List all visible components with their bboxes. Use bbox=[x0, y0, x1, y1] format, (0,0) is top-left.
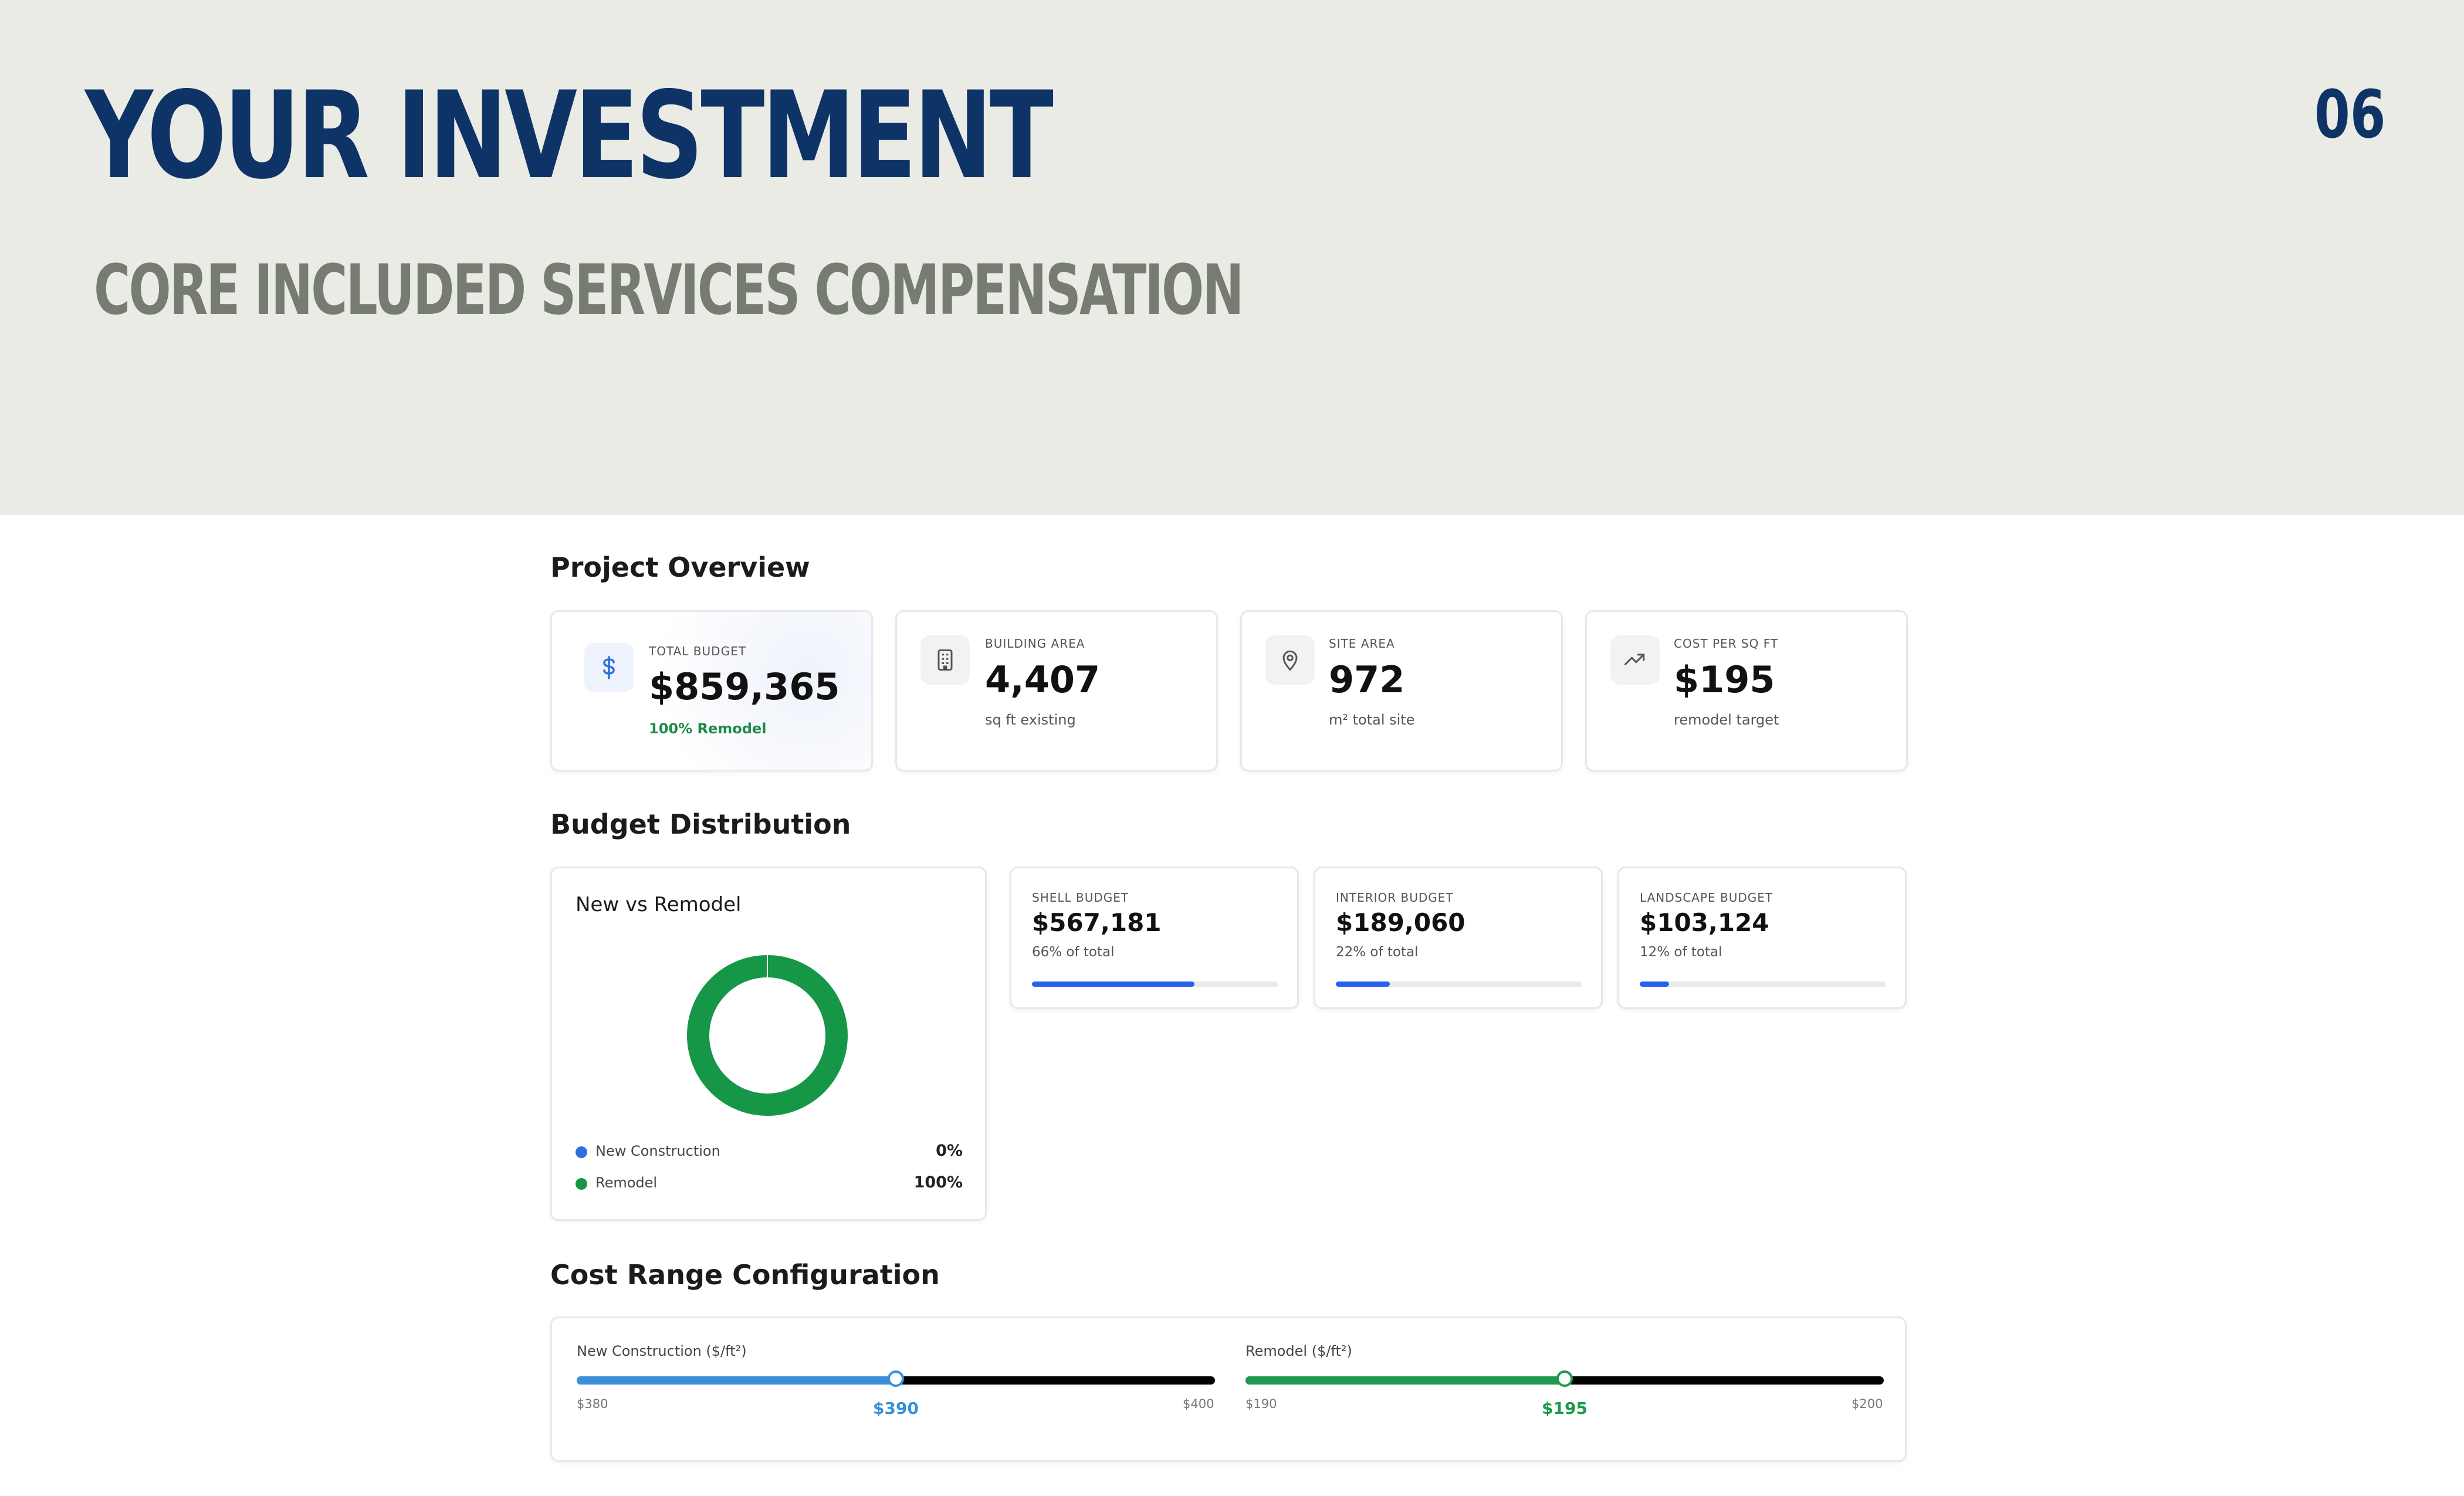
budget-progress-fill bbox=[1032, 981, 1195, 987]
stat-value: $859,365 bbox=[649, 665, 840, 708]
budget-value: $567,181 bbox=[1032, 908, 1162, 937]
legend-value: 0% bbox=[936, 1142, 963, 1160]
slider-thumb[interactable] bbox=[1556, 1370, 1573, 1387]
page-number: 06 bbox=[2314, 77, 2386, 153]
cost-range-heading: Cost Range Configuration bbox=[550, 1259, 940, 1291]
donut-segment-remodel bbox=[687, 955, 848, 1116]
map-pin-icon bbox=[1265, 635, 1315, 685]
cost-range-card: New Construction ($/ft²) $380 $400 $390 … bbox=[550, 1316, 1907, 1462]
slider-min: $380 bbox=[577, 1397, 608, 1411]
stat-label: TOTAL BUDGET bbox=[649, 644, 746, 658]
stat-sub: 100% Remodel bbox=[649, 720, 767, 737]
budget-percent: 22% of total bbox=[1336, 945, 1419, 960]
slider-new-construction[interactable] bbox=[577, 1370, 1215, 1387]
shell-budget-card: SHELL BUDGET $567,181 66% of total bbox=[1010, 867, 1299, 1009]
page-subtitle: CORE INCLUDED SERVICES COMPENSATION bbox=[94, 249, 1244, 330]
interior-budget-card: INTERIOR BUDGET $189,060 22% of total bbox=[1314, 867, 1603, 1009]
slider-remodel[interactable] bbox=[1245, 1370, 1884, 1387]
budget-progress-track bbox=[1336, 981, 1582, 987]
slider-min: $190 bbox=[1245, 1397, 1277, 1411]
stat-card-site-area: SITE AREA 972 m² total site bbox=[1240, 610, 1563, 771]
dollar-icon bbox=[584, 643, 634, 692]
slider-current-value: $195 bbox=[1542, 1399, 1588, 1418]
stat-value: 972 bbox=[1329, 658, 1405, 701]
slider-thumb[interactable] bbox=[888, 1370, 904, 1387]
header-band: YOUR INVESTMENT CORE INCLUDED SERVICES C… bbox=[0, 0, 2464, 515]
trend-up-icon bbox=[1610, 635, 1660, 685]
stat-card-total-budget: TOTAL BUDGET $859,365 100% Remodel bbox=[550, 610, 873, 771]
budget-label: INTERIOR BUDGET bbox=[1336, 891, 1454, 905]
slider-fill bbox=[1245, 1376, 1565, 1385]
slider-label-new-construction: New Construction ($/ft²) bbox=[577, 1343, 747, 1359]
stat-sub: sq ft existing bbox=[985, 712, 1076, 728]
legend-label: New Construction bbox=[595, 1143, 720, 1159]
stat-sub: remodel target bbox=[1674, 712, 1779, 728]
stat-label: COST PER SQ FT bbox=[1674, 637, 1779, 651]
budget-heading: Budget Distribution bbox=[550, 808, 851, 840]
slider-max: $200 bbox=[1852, 1397, 1883, 1411]
budget-percent: 66% of total bbox=[1032, 945, 1115, 960]
donut-chart bbox=[687, 953, 848, 1116]
slider-label-remodel: Remodel ($/ft²) bbox=[1245, 1343, 1352, 1359]
budget-percent: 12% of total bbox=[1640, 945, 1722, 960]
budget-value: $103,124 bbox=[1640, 908, 1769, 937]
slider-max: $400 bbox=[1183, 1397, 1214, 1411]
overview-heading: Project Overview bbox=[550, 551, 810, 583]
stat-card-cost-per-sqft: COST PER SQ FT $195 remodel target bbox=[1585, 610, 1908, 771]
stat-sub: m² total site bbox=[1329, 712, 1415, 728]
legend-dot-new-construction bbox=[576, 1146, 587, 1158]
donut-chart-card: New vs Remodel New Construction 0% Remod… bbox=[550, 867, 987, 1221]
budget-label: SHELL BUDGET bbox=[1032, 891, 1129, 905]
stat-value: 4,407 bbox=[985, 658, 1101, 701]
stat-card-building-area: BUILDING AREA 4,407 sq ft existing bbox=[895, 610, 1218, 771]
stat-label: SITE AREA bbox=[1329, 637, 1395, 651]
chart-title: New vs Remodel bbox=[576, 893, 742, 916]
legend-label: Remodel bbox=[595, 1175, 658, 1191]
budget-label: LANDSCAPE BUDGET bbox=[1640, 891, 1773, 905]
legend-value: 100% bbox=[913, 1173, 963, 1192]
budget-value: $189,060 bbox=[1336, 908, 1465, 937]
slider-fill bbox=[577, 1376, 896, 1385]
stat-value: $195 bbox=[1674, 658, 1775, 701]
page-title: YOUR INVESTMENT bbox=[85, 66, 1054, 206]
stat-label: BUILDING AREA bbox=[985, 637, 1085, 651]
budget-progress-fill bbox=[1640, 981, 1670, 987]
budget-progress-fill bbox=[1336, 981, 1390, 987]
slider-current-value: $390 bbox=[873, 1399, 919, 1418]
building-icon bbox=[920, 635, 970, 685]
donut-gap bbox=[767, 953, 768, 979]
legend-dot-remodel bbox=[576, 1178, 587, 1190]
landscape-budget-card: LANDSCAPE BUDGET $103,124 12% of total bbox=[1617, 867, 1907, 1009]
budget-progress-track bbox=[1032, 981, 1278, 987]
budget-progress-track bbox=[1640, 981, 1886, 987]
